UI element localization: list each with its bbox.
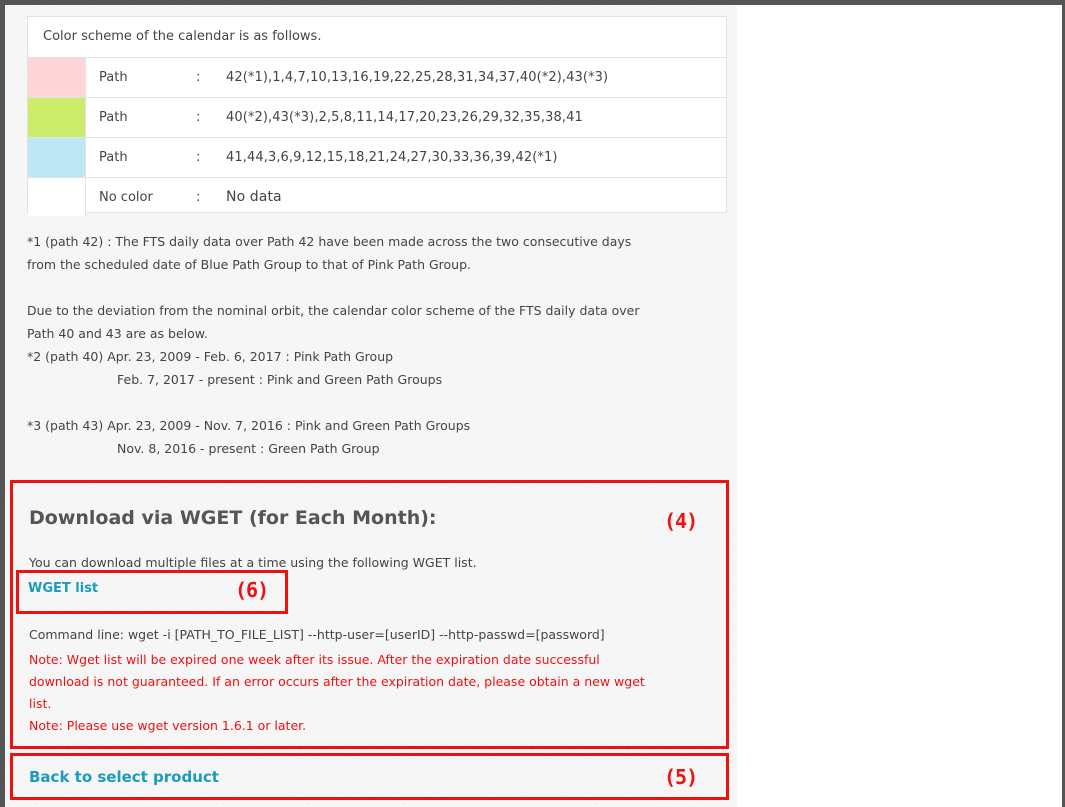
legend-row-value: 40(*2),43(*3),2,5,8,11,14,17,20,23,26,29… xyxy=(226,110,583,125)
annotation-box-5 xyxy=(10,753,729,800)
green-swatch xyxy=(28,98,86,137)
footnotes: *1 (path 42) : The FTS daily data over P… xyxy=(27,230,737,460)
annotation-marker-4: (4) xyxy=(664,509,698,533)
blue-swatch xyxy=(28,138,86,177)
legend-row-label: Path xyxy=(99,70,128,85)
legend-row-label: No color xyxy=(99,190,153,205)
legend-row-green: Path : 40(*2),43(*3),2,5,8,11,14,17,20,2… xyxy=(28,98,726,138)
legend-row-separator: : xyxy=(196,190,201,205)
footnote-2-line-1: *2 (path 40) Apr. 23, 2009 - Feb. 6, 201… xyxy=(27,349,394,364)
footnote-1-line-1: *1 (path 42) : The FTS daily data over P… xyxy=(27,234,632,249)
legend-row-value: No data xyxy=(226,189,282,205)
deviation-line-2: Path 40 and 43 are as below. xyxy=(27,326,208,341)
footnote-1-line-2: from the scheduled date of Blue Path Gro… xyxy=(27,257,471,272)
pink-swatch xyxy=(28,58,86,97)
deviation-line-1: Due to the deviation from the nominal or… xyxy=(27,303,640,318)
legend-row-blue: Path : 41,44,3,6,9,12,15,18,21,24,27,30,… xyxy=(28,138,726,178)
legend-row-value: 41,44,3,6,9,12,15,18,21,24,27,30,33,36,3… xyxy=(226,150,558,165)
annotation-box-4 xyxy=(10,480,729,749)
footnote-3-line-2: Nov. 8, 2016 - present : Green Path Grou… xyxy=(117,441,380,456)
legend-row-label: Path xyxy=(99,150,128,165)
footnote-2-line-2: Feb. 7, 2017 - present : Pink and Green … xyxy=(117,372,443,387)
legend-row-value: 42(*1),1,4,7,10,13,16,19,22,25,28,31,34,… xyxy=(226,70,609,85)
legend-row-pink: Path : 42(*1),1,4,7,10,13,16,19,22,25,28… xyxy=(28,58,726,98)
legend-title: Color scheme of the calendar is as follo… xyxy=(28,17,726,58)
color-scheme-legend: Color scheme of the calendar is as follo… xyxy=(27,16,727,216)
annotation-marker-6: (6) xyxy=(235,578,269,602)
legend-row-separator: : xyxy=(196,150,201,165)
legend-row-separator: : xyxy=(196,110,201,125)
legend-row-no-color: No color : No data xyxy=(28,178,726,216)
no-color-swatch xyxy=(28,178,86,216)
annotation-marker-5: (5) xyxy=(664,765,698,789)
legend-row-separator: : xyxy=(196,70,201,85)
footnote-3-line-1: *3 (path 43) Apr. 23, 2009 - Nov. 7, 201… xyxy=(27,418,471,433)
legend-row-label: Path xyxy=(99,110,128,125)
